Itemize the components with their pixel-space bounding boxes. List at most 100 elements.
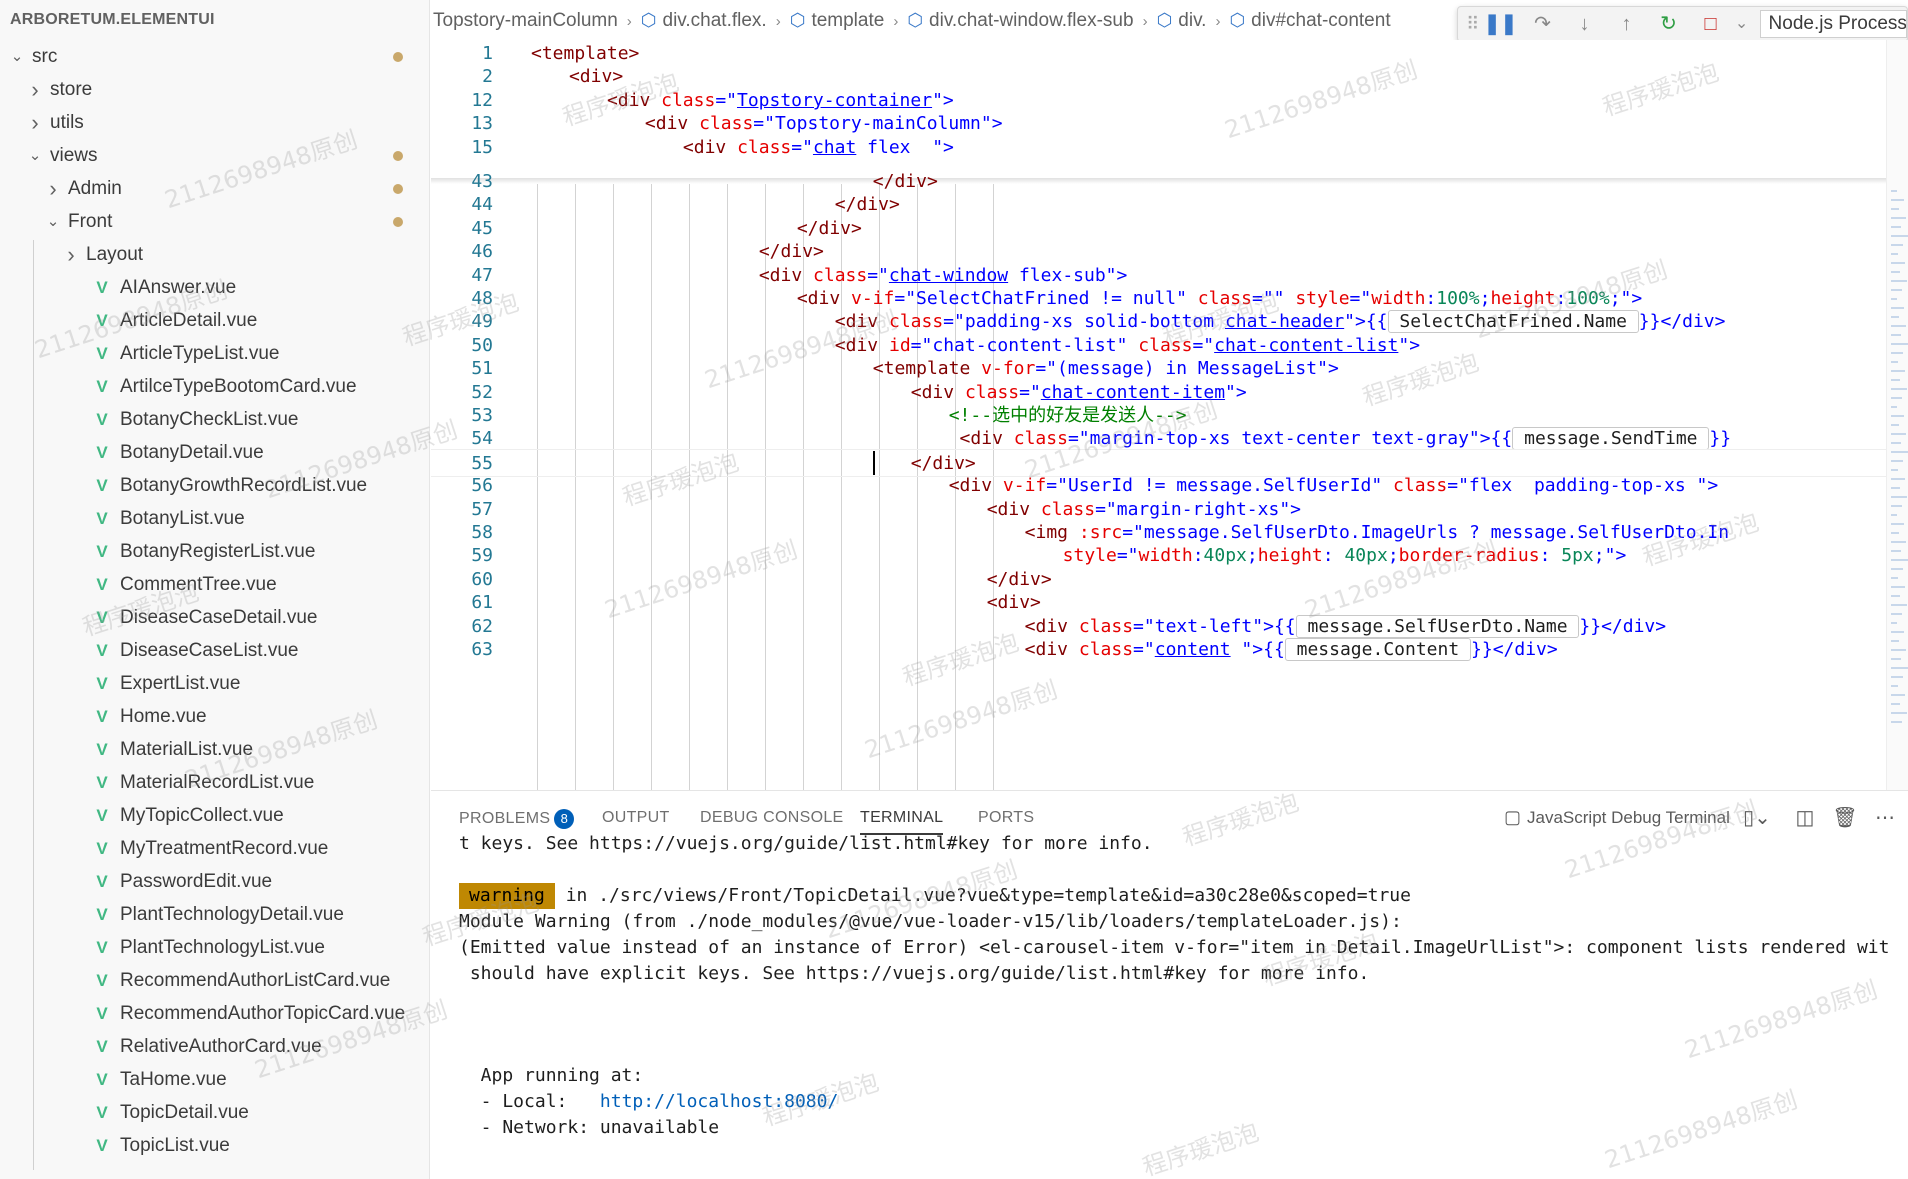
code-token: Topstory-container [737, 90, 933, 111]
minimap[interactable] [1886, 40, 1908, 790]
file-item[interactable]: V BotanyList.vue [0, 502, 429, 535]
stop-menu-icon[interactable]: ⌄ [1732, 9, 1752, 39]
code-token: =" [1447, 475, 1469, 496]
terminal-text: App running at: [459, 1065, 644, 1086]
folder-item[interactable]: › utils [0, 106, 429, 139]
minimap-line [1891, 523, 1904, 525]
vue-file-icon: V [96, 311, 108, 330]
panel-tab-label: PROBLEMS [459, 810, 551, 827]
code-token: "> [980, 113, 1003, 134]
file-item[interactable]: V BotanyGrowthRecordList.vue [0, 469, 429, 502]
code-token: class [1138, 335, 1193, 356]
file-tree: ⌄ src › store › utils ⌄ views › Admin ⌄ Front › Layou… [0, 40, 429, 1162]
stop-icon[interactable]: □ [1690, 9, 1732, 39]
file-item[interactable]: V ExpertList.vue [0, 667, 429, 700]
file-item[interactable]: V ArticleTypeList.vue [0, 337, 429, 370]
code-token: flex padding-top-xs [1468, 475, 1697, 496]
minimap-line [1891, 235, 1908, 237]
file-item[interactable]: V Home.vue [0, 700, 429, 733]
trash-icon[interactable]: 🗑 [1831, 805, 1859, 830]
step-into-icon[interactable]: ↓ [1564, 9, 1606, 39]
file-item[interactable]: V DiseaseCaseList.vue [0, 634, 429, 667]
breadcrumb-item[interactable]: ⬡ template [790, 0, 885, 40]
file-item[interactable]: V ArtilceTypeBootomCard.vue [0, 370, 429, 403]
minimap-line [1891, 559, 1908, 561]
folder-item[interactable]: ⌄ Front [0, 205, 429, 238]
file-item[interactable]: V PlantTechnologyDetail.vue [0, 898, 429, 931]
code-editor[interactable]: 1 <template> 2 <div> 12 <div class="Topstory-… [431, 40, 1908, 790]
restart-icon[interactable]: ↻ [1648, 9, 1690, 39]
file-item[interactable]: V MaterialList.vue [0, 733, 429, 766]
breadcrumb-item[interactable]: Topstory-mainColumn [433, 1, 618, 40]
code-token: <div [682, 137, 738, 158]
code-token: "> [932, 137, 954, 158]
minimap-line [1891, 550, 1901, 552]
folder-item[interactable]: › Layout [0, 238, 429, 271]
minimap-line [1891, 307, 1904, 309]
folder-item[interactable]: › store [0, 73, 429, 106]
panel-tab[interactable]: DEBUG CONSOLE [700, 809, 844, 827]
line-number: 63 [471, 639, 493, 660]
code-token: v-if [1002, 475, 1047, 496]
tree-item-label: MaterialList.vue [120, 739, 254, 760]
tree-item-label: ExpertList.vue [120, 673, 241, 694]
file-item[interactable]: V TopicList.vue [0, 1129, 429, 1162]
file-item[interactable]: V RecommendAuthorTopicCard.vue [0, 997, 429, 1030]
modified-dot [393, 151, 403, 161]
more-actions-icon[interactable]: ⋯ [1871, 805, 1899, 830]
code-text: <div class="chat flex "> [683, 134, 954, 162]
split-terminal-icon[interactable]: ▯⌄ [1743, 805, 1771, 830]
file-item[interactable]: V RelativeAuthorCard.vue [0, 1030, 429, 1063]
folder-item[interactable]: › Admin [0, 172, 429, 205]
file-item[interactable]: V MyTreatmentRecord.vue [0, 832, 429, 865]
process-select[interactable]: Node.js Process [1759, 10, 1907, 38]
breadcrumb-item[interactable]: ⬡ div#chat-content [1229, 0, 1390, 40]
folder-item[interactable]: ⌄ src [0, 40, 429, 73]
file-item[interactable]: V MaterialRecordList.vue [0, 766, 429, 799]
step-over-icon[interactable]: ↷ [1522, 9, 1564, 39]
modified-dot [393, 184, 403, 194]
file-item[interactable]: V DiseaseCaseDetail.vue [0, 601, 429, 634]
tree-item-label: ArtilceTypeBootomCard.vue [120, 376, 357, 397]
panel-tab[interactable]: PORTS [978, 809, 1034, 827]
code-token: ="SelectChatFrined != null" [894, 288, 1198, 309]
file-item[interactable]: V RecommendAuthorListCard.vue [0, 964, 429, 997]
vue-file-icon: V [96, 377, 108, 396]
file-item[interactable]: V AIAnswer.vue [0, 271, 429, 304]
code-token: }}</div> [1579, 616, 1667, 637]
folder-item[interactable]: ⌄ views [0, 139, 429, 172]
file-item[interactable]: V MyTopicCollect.vue [0, 799, 429, 832]
pause-icon[interactable]: ❚❚ [1480, 9, 1522, 39]
minimap-line [1891, 253, 1898, 255]
file-item[interactable]: V PasswordEdit.vue [0, 865, 429, 898]
step-out-icon[interactable]: ↑ [1606, 9, 1648, 39]
tree-item-label: DiseaseCaseList.vue [120, 640, 299, 661]
minimap-line [1891, 631, 1904, 633]
code-token: ; [1387, 545, 1399, 566]
minimap-line [1891, 586, 1905, 588]
panel-tab[interactable]: OUTPUT [602, 809, 670, 827]
terminal-select[interactable]: ▢ JavaScript Debug Terminal [1504, 807, 1730, 828]
code-token: ">{{ [1252, 616, 1296, 637]
local-url-link[interactable]: http://localhost:8080/ [600, 1091, 838, 1112]
file-item[interactable]: V TaHome.vue [0, 1063, 429, 1096]
panel-tab[interactable]: PROBLEMS 8 [459, 809, 575, 829]
tree-item-label: src [32, 46, 58, 67]
minimap-line [1891, 469, 1898, 471]
file-item[interactable]: V PlantTechnologyList.vue [0, 931, 429, 964]
tree-item-label: MyTopicCollect.vue [120, 805, 284, 826]
breadcrumb-item[interactable]: ⬡ div.chat.flex. [641, 0, 767, 40]
file-item[interactable]: V BotanyCheckList.vue [0, 403, 429, 436]
vue-file-icon: V [96, 707, 108, 726]
breadcrumb-item[interactable]: ⬡ div. [1157, 0, 1207, 40]
file-item[interactable]: V BotanyRegisterList.vue [0, 535, 429, 568]
breadcrumb-item[interactable]: ⬡ div.chat-window.flex-sub [907, 0, 1133, 40]
file-item[interactable]: V CommentTree.vue [0, 568, 429, 601]
code-token: "> [1105, 265, 1128, 286]
code-token: <img [1024, 522, 1079, 543]
file-item[interactable]: V BotanyDetail.vue [0, 436, 429, 469]
file-item[interactable]: V ArticleDetail.vue [0, 304, 429, 337]
grip-icon[interactable]: ⠿ [1466, 14, 1480, 35]
file-item[interactable]: V TopicDetail.vue [0, 1096, 429, 1129]
split-editor-icon[interactable]: ◫ [1791, 805, 1819, 830]
